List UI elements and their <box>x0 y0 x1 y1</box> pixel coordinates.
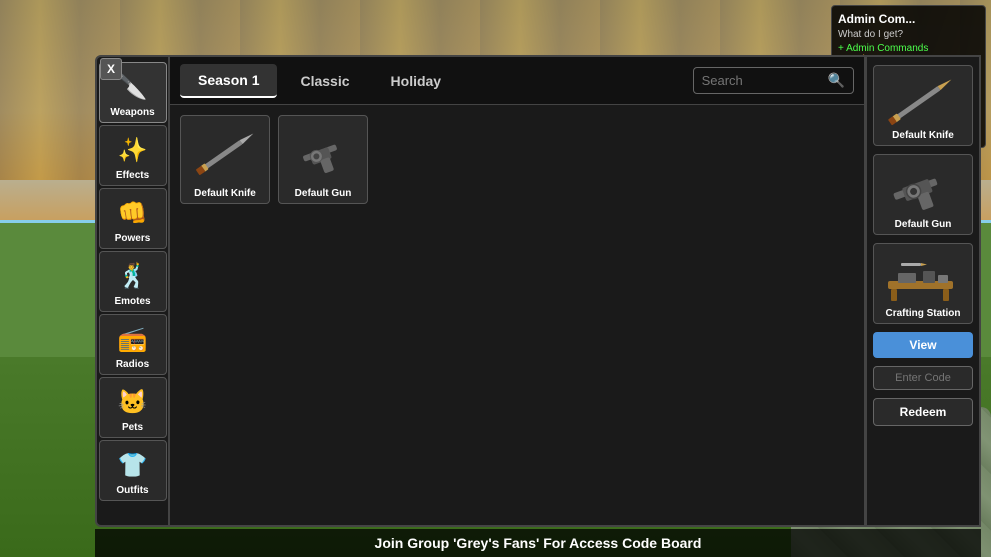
sidebar-radios-label: Radios <box>116 359 149 370</box>
right-knife-icon <box>883 72 963 127</box>
right-item-default-gun[interactable]: Default Gun <box>873 154 973 235</box>
sidebar-item-outfits[interactable]: 👕 Outfits <box>99 440 167 501</box>
ui-container: 🔪 Weapons ✨ Effects 👊 Powers 🕺 Emotes 📻 … <box>95 55 981 527</box>
sidebar-emotes-label: Emotes <box>114 296 150 307</box>
sidebar-powers-label: Powers <box>115 233 151 244</box>
crafting-station-icon <box>883 250 963 305</box>
tabs-bar: Season 1 Classic Holiday 🔍 <box>170 57 864 105</box>
tab-classic[interactable]: Classic <box>282 65 367 97</box>
sidebar-item-emotes[interactable]: 🕺 Emotes <box>99 251 167 312</box>
sidebar-item-effects[interactable]: ✨ Effects <box>99 125 167 186</box>
items-grid: Default Knife <box>170 105 864 525</box>
admin-question: What do I get? <box>838 29 979 40</box>
sidebar-outfits-label: Outfits <box>116 485 148 496</box>
right-item-default-knife[interactable]: Default Knife <box>873 65 973 146</box>
close-button[interactable]: X <box>100 58 122 80</box>
tab-season1[interactable]: Season 1 <box>180 64 277 98</box>
default-knife-icon <box>189 124 261 184</box>
tab-holiday[interactable]: Holiday <box>373 65 460 97</box>
admin-title: Admin Com... <box>838 12 979 26</box>
default-gun-label: Default Gun <box>295 188 352 199</box>
crafting-station-label: Crafting Station <box>886 308 961 319</box>
powers-icon: 👊 <box>111 193 155 233</box>
sidebar-item-pets[interactable]: 🐱 Pets <box>99 377 167 438</box>
search-input[interactable] <box>702 73 822 88</box>
sidebar: 🔪 Weapons ✨ Effects 👊 Powers 🕺 Emotes 📻 … <box>95 55 170 527</box>
sidebar-item-powers[interactable]: 👊 Powers <box>99 188 167 249</box>
bottom-text: Join Group 'Grey's Fans' For Access Code… <box>375 535 702 551</box>
bottom-bar: Join Group 'Grey's Fans' For Access Code… <box>95 529 981 557</box>
right-gun-icon <box>883 161 963 216</box>
item-card-default-knife[interactable]: Default Knife <box>180 115 270 204</box>
admin-line1: + Admin Commands <box>838 43 979 54</box>
right-knife-label: Default Knife <box>892 130 954 141</box>
radios-icon: 📻 <box>111 319 155 359</box>
default-gun-icon <box>287 124 359 184</box>
default-knife-label: Default Knife <box>194 188 256 199</box>
sidebar-pets-label: Pets <box>122 422 143 433</box>
redeem-button[interactable]: Redeem <box>873 398 973 426</box>
sidebar-effects-label: Effects <box>116 170 149 181</box>
item-card-default-gun[interactable]: Default Gun <box>278 115 368 204</box>
right-gun-label: Default Gun <box>895 219 952 230</box>
effects-icon: ✨ <box>111 130 155 170</box>
right-item-crafting-station[interactable]: Crafting Station <box>873 243 973 324</box>
pets-icon: 🐱 <box>111 382 155 422</box>
sidebar-weapons-label: Weapons <box>110 107 154 118</box>
emotes-icon: 🕺 <box>111 256 155 296</box>
search-icon: 🔍 <box>828 72 845 89</box>
search-box[interactable]: 🔍 <box>693 67 854 94</box>
sidebar-item-radios[interactable]: 📻 Radios <box>99 314 167 375</box>
enter-code-input[interactable] <box>873 366 973 390</box>
main-content: Season 1 Classic Holiday 🔍 <box>170 55 866 527</box>
right-panel: Default Knife Default Gun <box>866 55 981 527</box>
view-button[interactable]: View <box>873 332 973 358</box>
outfits-icon: 👕 <box>111 445 155 485</box>
